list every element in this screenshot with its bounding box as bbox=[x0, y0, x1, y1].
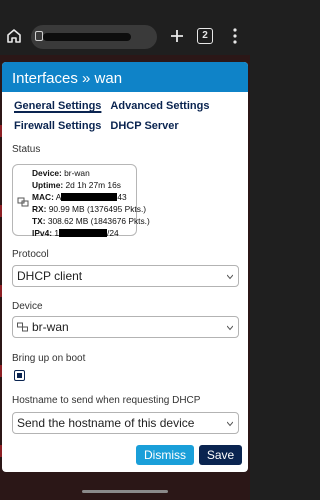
hostname-value: Send the hostname of this device bbox=[17, 416, 195, 430]
hostname-label: Hostname to send when requesting DHCP bbox=[12, 395, 201, 406]
status-key: Device: bbox=[32, 168, 62, 178]
status-box: Device: br-wan Uptime: 2d 1h 27m 16s MAC… bbox=[12, 164, 150, 238]
status-rx-value: 90.99 MB (1376495 Pkts.) bbox=[48, 204, 147, 214]
plus-icon[interactable] bbox=[168, 27, 186, 45]
status-details: Device: br-wan Uptime: 2d 1h 27m 16s MAC… bbox=[32, 167, 150, 239]
dismiss-button[interactable]: Dismiss bbox=[136, 445, 194, 465]
redacted-mac bbox=[61, 193, 118, 201]
tab-dhcp-server[interactable]: DHCP Server bbox=[110, 120, 178, 132]
status-tx-value: 308.62 MB (1843676 Pkts.) bbox=[47, 216, 150, 226]
status-key: RX: bbox=[32, 204, 47, 214]
checkbox-checked-mark bbox=[17, 373, 22, 378]
device-value: br-wan bbox=[32, 320, 69, 334]
status-uptime-value: 2d 1h 27m 16s bbox=[65, 180, 121, 190]
status-ipv4-suffix: /24 bbox=[107, 228, 119, 238]
chevron-down-icon bbox=[227, 325, 233, 331]
gesture-handle[interactable] bbox=[82, 490, 168, 493]
bring-up-checkbox[interactable] bbox=[14, 370, 25, 381]
bring-up-label: Bring up on boot bbox=[12, 353, 86, 364]
hostname-select[interactable]: Send the hostname of this device bbox=[12, 412, 239, 434]
tab-general-settings[interactable]: General Settings bbox=[14, 100, 101, 112]
browser-toolbar: 2 bbox=[0, 0, 250, 55]
interface-dialog: Interfaces » wan General Settings Advanc… bbox=[2, 62, 248, 472]
status-key: TX: bbox=[32, 216, 46, 226]
device-label: Device bbox=[12, 301, 43, 312]
tab-advanced-settings[interactable]: Advanced Settings bbox=[110, 100, 209, 112]
status-device-value: br-wan bbox=[64, 168, 90, 178]
save-button[interactable]: Save bbox=[199, 445, 242, 465]
dialog-tabs: General Settings Advanced Settings Firew… bbox=[2, 92, 248, 136]
protocol-label: Protocol bbox=[12, 249, 49, 260]
redacted-ip bbox=[59, 229, 108, 237]
dialog-title: Interfaces » wan bbox=[2, 62, 248, 92]
chevron-down-icon bbox=[227, 421, 233, 427]
tabs-icon[interactable]: 2 bbox=[197, 28, 213, 44]
lock-icon bbox=[35, 31, 43, 41]
address-bar[interactable] bbox=[31, 25, 157, 49]
menu-icon[interactable] bbox=[228, 27, 242, 45]
status-label: Status bbox=[12, 144, 41, 155]
chevron-down-icon bbox=[227, 274, 233, 280]
status-key: MAC: bbox=[32, 192, 54, 202]
protocol-select[interactable]: DHCP client bbox=[12, 265, 239, 287]
protocol-value: DHCP client bbox=[17, 269, 83, 283]
redacted-url bbox=[43, 33, 131, 41]
device-select[interactable]: br-wan bbox=[12, 316, 239, 338]
status-key: IPv4: bbox=[32, 228, 53, 238]
network-port-icon bbox=[17, 322, 28, 332]
status-mac-suffix: 43 bbox=[117, 192, 127, 202]
network-port-icon bbox=[17, 197, 29, 207]
status-key: Uptime: bbox=[32, 180, 64, 190]
tab-firewall-settings[interactable]: Firewall Settings bbox=[14, 120, 101, 132]
home-icon[interactable] bbox=[5, 27, 23, 45]
